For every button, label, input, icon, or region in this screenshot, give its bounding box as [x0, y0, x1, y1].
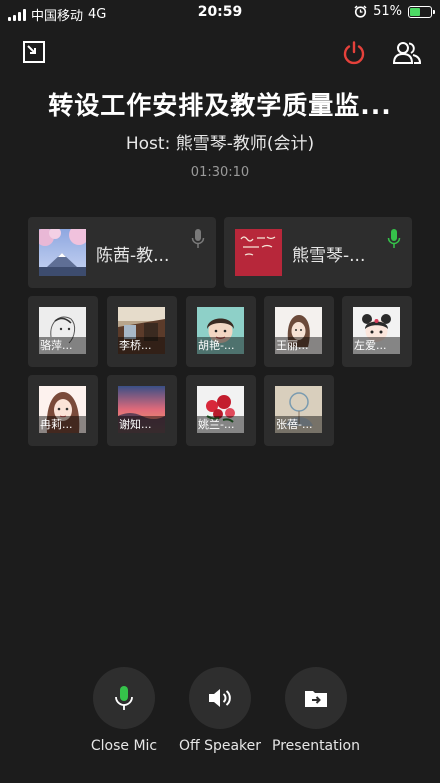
- featured-participant-tile[interactable]: 熊雪琴-...: [224, 217, 412, 288]
- microphone-active-icon: [387, 229, 401, 248]
- participant-name: 李桥...: [118, 337, 165, 354]
- participant-name: 陈茜-教...: [96, 246, 170, 266]
- participant-name: 骆萍...: [39, 337, 86, 354]
- presentation-label: Presentation: [272, 738, 360, 754]
- avatar: [39, 229, 86, 276]
- participant-tile[interactable]: 谢知...: [107, 375, 177, 446]
- participant-name: 张蓓-...: [275, 416, 322, 433]
- participant-tile[interactable]: 张蓓-...: [264, 375, 334, 446]
- minimize-window-icon: [23, 41, 45, 63]
- speaker-toggle-button[interactable]: [189, 667, 251, 729]
- participant-name: 熊雪琴-...: [292, 246, 366, 266]
- meeting-title: 转设工作安排及教学质量监...: [48, 91, 392, 120]
- microphone-icon: [115, 686, 133, 710]
- participant-name: 王丽...: [275, 337, 322, 354]
- participant-name: 冉莉...: [39, 416, 86, 433]
- participant-tile[interactable]: 冉莉...: [28, 375, 98, 446]
- end-meeting-button[interactable]: [341, 40, 369, 68]
- status-bar: 中国移动 4G 20:59 51%: [0, 0, 440, 26]
- participant-tile[interactable]: 王丽...: [264, 296, 334, 367]
- participant-name: 姚兰-...: [197, 416, 244, 433]
- participant-tile[interactable]: 胡艳-...: [186, 296, 256, 367]
- host-label: Host: 熊雪琴-教师(会计): [125, 134, 315, 154]
- presentation-folder-icon: [305, 691, 327, 707]
- participant-tile[interactable]: 姚兰-...: [186, 375, 256, 446]
- participant-name: 左爱...: [353, 337, 400, 354]
- participant-name: 谢知...: [118, 416, 165, 433]
- featured-participant-tile[interactable]: 陈茜-教...: [28, 217, 216, 288]
- minimize-window-button[interactable]: [22, 40, 50, 68]
- battery-level: [410, 7, 421, 16]
- participant-tile[interactable]: 李桥...: [107, 296, 177, 367]
- microphone-icon: [191, 229, 205, 248]
- participants-icon: [392, 42, 422, 64]
- participant-tile[interactable]: 骆萍...: [28, 296, 98, 367]
- power-icon: [343, 41, 365, 65]
- alarm-icon: [354, 5, 367, 18]
- battery-percent: 51%: [373, 4, 402, 19]
- speaker-icon: [209, 689, 231, 707]
- presentation-button[interactable]: [285, 667, 347, 729]
- elapsed-timer: 01:30:10: [190, 165, 250, 180]
- participants-button[interactable]: [392, 40, 422, 68]
- participant-name: 胡艳-...: [197, 337, 244, 354]
- status-right: 51%: [354, 4, 435, 19]
- avatar: [235, 229, 282, 276]
- battery-icon: [408, 5, 435, 18]
- mic-toggle-button[interactable]: [93, 667, 155, 729]
- participant-tile[interactable]: 左爱...: [342, 296, 412, 367]
